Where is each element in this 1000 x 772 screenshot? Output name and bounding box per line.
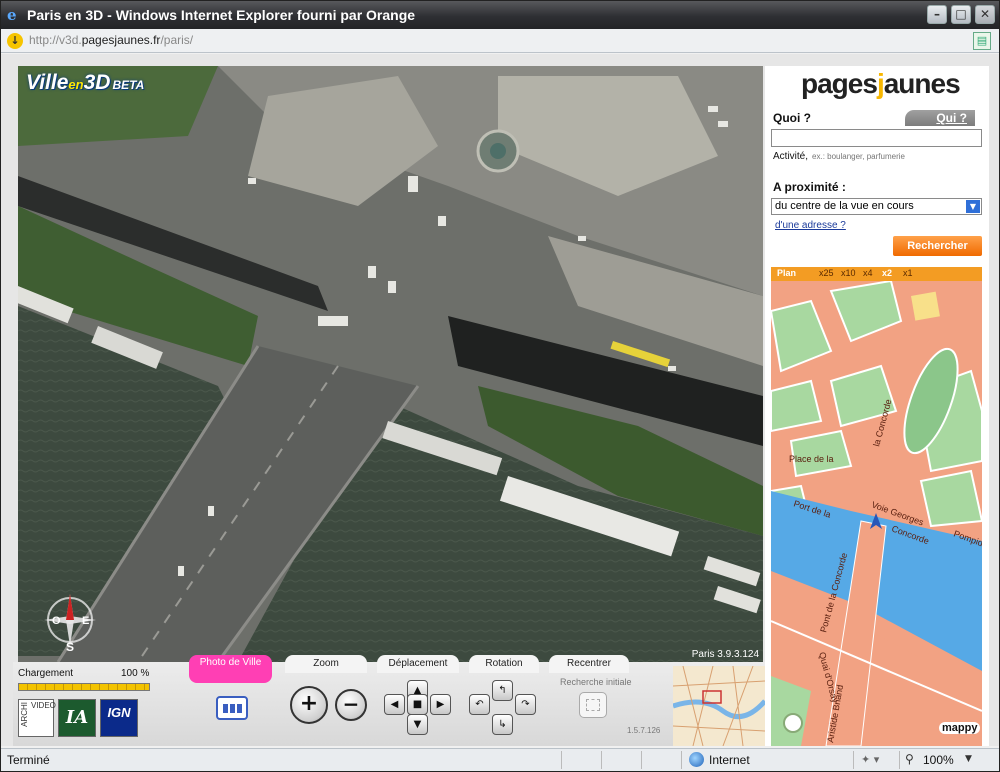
address-bar[interactable]: ↓ http://v3d.pagesjaunes.fr/paris/ ▤ bbox=[1, 29, 999, 53]
zoom-magnifier-icon[interactable]: ⚲ bbox=[905, 752, 914, 766]
zoom-level[interactable]: 100% bbox=[923, 753, 954, 767]
map-compass-icon[interactable] bbox=[783, 713, 803, 733]
recenter-frame-icon bbox=[586, 699, 600, 711]
search-button[interactable]: Rechercher bbox=[893, 236, 982, 256]
partner-video-label: VIDEO bbox=[31, 701, 56, 710]
url-text[interactable]: http://v3d.pagesjaunes.fr/paris/ bbox=[29, 33, 193, 47]
quoi-input[interactable] bbox=[771, 129, 982, 147]
map-zoom-toolbar: Plan x25 x10 x4 x2 x1 bbox=[771, 267, 982, 281]
proximity-select[interactable]: du centre de la vue en cours ▼ bbox=[771, 198, 982, 215]
initial-search-label: Recherche initiale bbox=[560, 677, 632, 687]
tilt-up-button[interactable]: ↰ bbox=[492, 680, 513, 701]
tilt-down-button[interactable]: ↳ bbox=[492, 714, 513, 735]
chevron-down-icon[interactable]: ▼ bbox=[966, 200, 980, 213]
move-center-button[interactable]: ■ bbox=[407, 694, 428, 715]
partner-ia-label: IA bbox=[65, 707, 89, 728]
photo-de-ville-label: Photo de Ville bbox=[199, 657, 262, 668]
overview-minimap[interactable] bbox=[673, 666, 765, 746]
proximity-label: A proximité : bbox=[773, 180, 846, 194]
page-content: Villeen3D BETA O E S Paris 3.9.3.124 Char… bbox=[1, 54, 999, 746]
photo-de-ville-button[interactable] bbox=[216, 696, 248, 720]
loading-progress-bar bbox=[18, 683, 150, 691]
map-plan-tab[interactable]: Plan bbox=[777, 268, 796, 278]
partner-archi-logo[interactable]: ARCHI VIDEO bbox=[18, 699, 56, 737]
map-zoom-x4[interactable]: x4 bbox=[863, 268, 873, 278]
tab-zoom[interactable]: Zoom bbox=[285, 655, 367, 673]
move-right-button[interactable]: ▶ bbox=[430, 694, 451, 715]
status-separator bbox=[899, 751, 900, 769]
status-bar: Terminé Internet ✦ ▾ ⚲ 100% ▼ bbox=[1, 748, 999, 771]
compass-east-label: E bbox=[82, 615, 89, 627]
map-zoom-x10[interactable]: x10 bbox=[841, 268, 856, 278]
quoi-label: Quoi ? bbox=[773, 111, 811, 125]
navigation-controls: Chargement 100 % ARCHI VIDEO IA IGN Phot… bbox=[13, 655, 765, 746]
map-zoom-x1[interactable]: x1 bbox=[903, 268, 913, 278]
tab-deplacement[interactable]: Déplacement bbox=[377, 655, 459, 673]
pagesjaunes-logo[interactable]: pagesjaunes bbox=[801, 68, 961, 100]
photo-de-ville-tab[interactable]: Photo de Ville bbox=[189, 655, 272, 683]
window-title: Paris en 3D - Windows Internet Explorer … bbox=[27, 7, 416, 23]
browser-window: e Paris en 3D - Windows Internet Explore… bbox=[0, 0, 1000, 772]
mappy-logo[interactable]: mappy bbox=[939, 722, 981, 734]
pagesjaunes-favicon-icon: ↓ bbox=[7, 33, 23, 49]
recenter-button[interactable] bbox=[579, 692, 607, 718]
compass-west-label: O bbox=[52, 615, 61, 627]
partner-ign-label: IGN bbox=[107, 705, 131, 720]
status-separator bbox=[681, 751, 682, 769]
view-version: Paris 3.9.3.124 bbox=[691, 649, 759, 660]
compatibility-view-icon[interactable]: ▤ bbox=[973, 32, 991, 50]
partner-ign-logo[interactable]: IGN bbox=[100, 699, 138, 737]
proximity-value: du centre de la vue en cours bbox=[775, 200, 914, 212]
pagesjaunes-search-panel: pagesjaunes Quoi ? Qui ? Activité, ex.: b… bbox=[765, 66, 989, 746]
compass-south-label: S bbox=[66, 640, 74, 652]
photo-strip-icon bbox=[223, 704, 242, 713]
rotate-right-button[interactable]: ↷ bbox=[515, 694, 536, 715]
move-down-button[interactable]: ▼ bbox=[407, 714, 428, 735]
partner-ia-logo[interactable]: IA bbox=[58, 699, 96, 737]
app-version: 1.5.7.126 bbox=[627, 726, 661, 735]
aerial-3d-view[interactable]: Villeen3D BETA O E S Paris 3.9.3.124 bbox=[18, 66, 763, 662]
loading-progress-fill bbox=[19, 684, 149, 690]
map-zoom-x25[interactable]: x25 bbox=[819, 268, 834, 278]
aerial-imagery bbox=[18, 66, 763, 662]
title-bar: e Paris en 3D - Windows Internet Explore… bbox=[1, 1, 999, 29]
security-zone: Internet bbox=[709, 753, 750, 767]
status-text: Terminé bbox=[7, 753, 50, 767]
map-zoom-x2[interactable]: x2 bbox=[882, 268, 892, 278]
partner-archi-label: ARCHI bbox=[20, 702, 29, 727]
ie-logo-icon: e bbox=[7, 6, 17, 24]
zoom-chevron-down-icon[interactable]: ▼ bbox=[965, 754, 972, 764]
tab-recentrer[interactable]: Recentrer bbox=[549, 655, 629, 673]
internet-zone-icon bbox=[689, 752, 704, 767]
status-separator bbox=[853, 751, 854, 769]
ville-en-3d-logo: Villeen3D BETA bbox=[26, 71, 145, 94]
minimap-image bbox=[673, 666, 765, 746]
loading-label: Chargement bbox=[18, 668, 74, 679]
move-left-button[interactable]: ◀ bbox=[384, 694, 405, 715]
status-separator bbox=[561, 751, 562, 769]
zoom-out-button[interactable]: − bbox=[335, 689, 367, 721]
street-map-image: Place de la la Concorde Port de la Voie … bbox=[771, 281, 982, 746]
address-link[interactable]: d'une adresse ? bbox=[775, 220, 846, 231]
status-separator bbox=[601, 751, 602, 769]
status-separator bbox=[641, 751, 642, 769]
minimize-button[interactable]: – bbox=[927, 5, 947, 24]
maximize-button[interactable]: □ bbox=[951, 5, 971, 24]
compass-rose-icon[interactable]: O E S bbox=[38, 588, 102, 652]
zoom-in-button[interactable]: + bbox=[290, 686, 328, 724]
street-map[interactable]: Place de la la Concorde Port de la Voie … bbox=[771, 281, 982, 746]
qui-tab[interactable]: Qui ? bbox=[905, 110, 975, 126]
tab-rotation[interactable]: Rotation bbox=[469, 655, 539, 673]
close-button[interactable]: ✕ bbox=[975, 5, 995, 24]
map-label-place-de-la: Place de la bbox=[789, 454, 834, 464]
activity-hint: Activité, ex.: boulanger, parfumerie bbox=[773, 151, 905, 162]
loading-percent: 100 % bbox=[121, 668, 150, 679]
protected-mode-icon[interactable]: ✦ ▾ bbox=[861, 753, 879, 766]
rotate-left-button[interactable]: ↶ bbox=[469, 694, 490, 715]
